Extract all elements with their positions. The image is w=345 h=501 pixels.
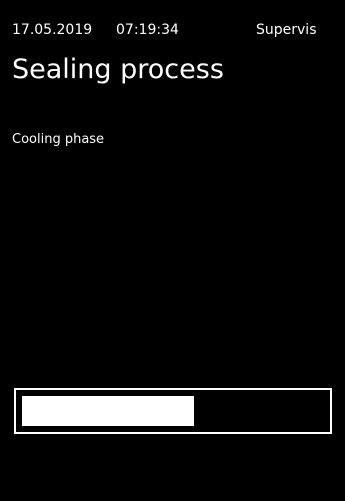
progress-fill [22, 396, 194, 426]
status-bar: 17.05.2019 07:19:34 Supervis [12, 20, 342, 40]
status-time: 07:19:34 [116, 22, 179, 38]
phase-label: Cooling phase [12, 132, 105, 147]
status-date: 17.05.2019 [12, 22, 93, 38]
page-title: Sealing process [12, 54, 224, 85]
status-user: Supervis [256, 22, 317, 38]
sealing-screen: 17.05.2019 07:19:34 Supervis Sealing pro… [0, 0, 345, 501]
progress-bar [14, 388, 332, 434]
